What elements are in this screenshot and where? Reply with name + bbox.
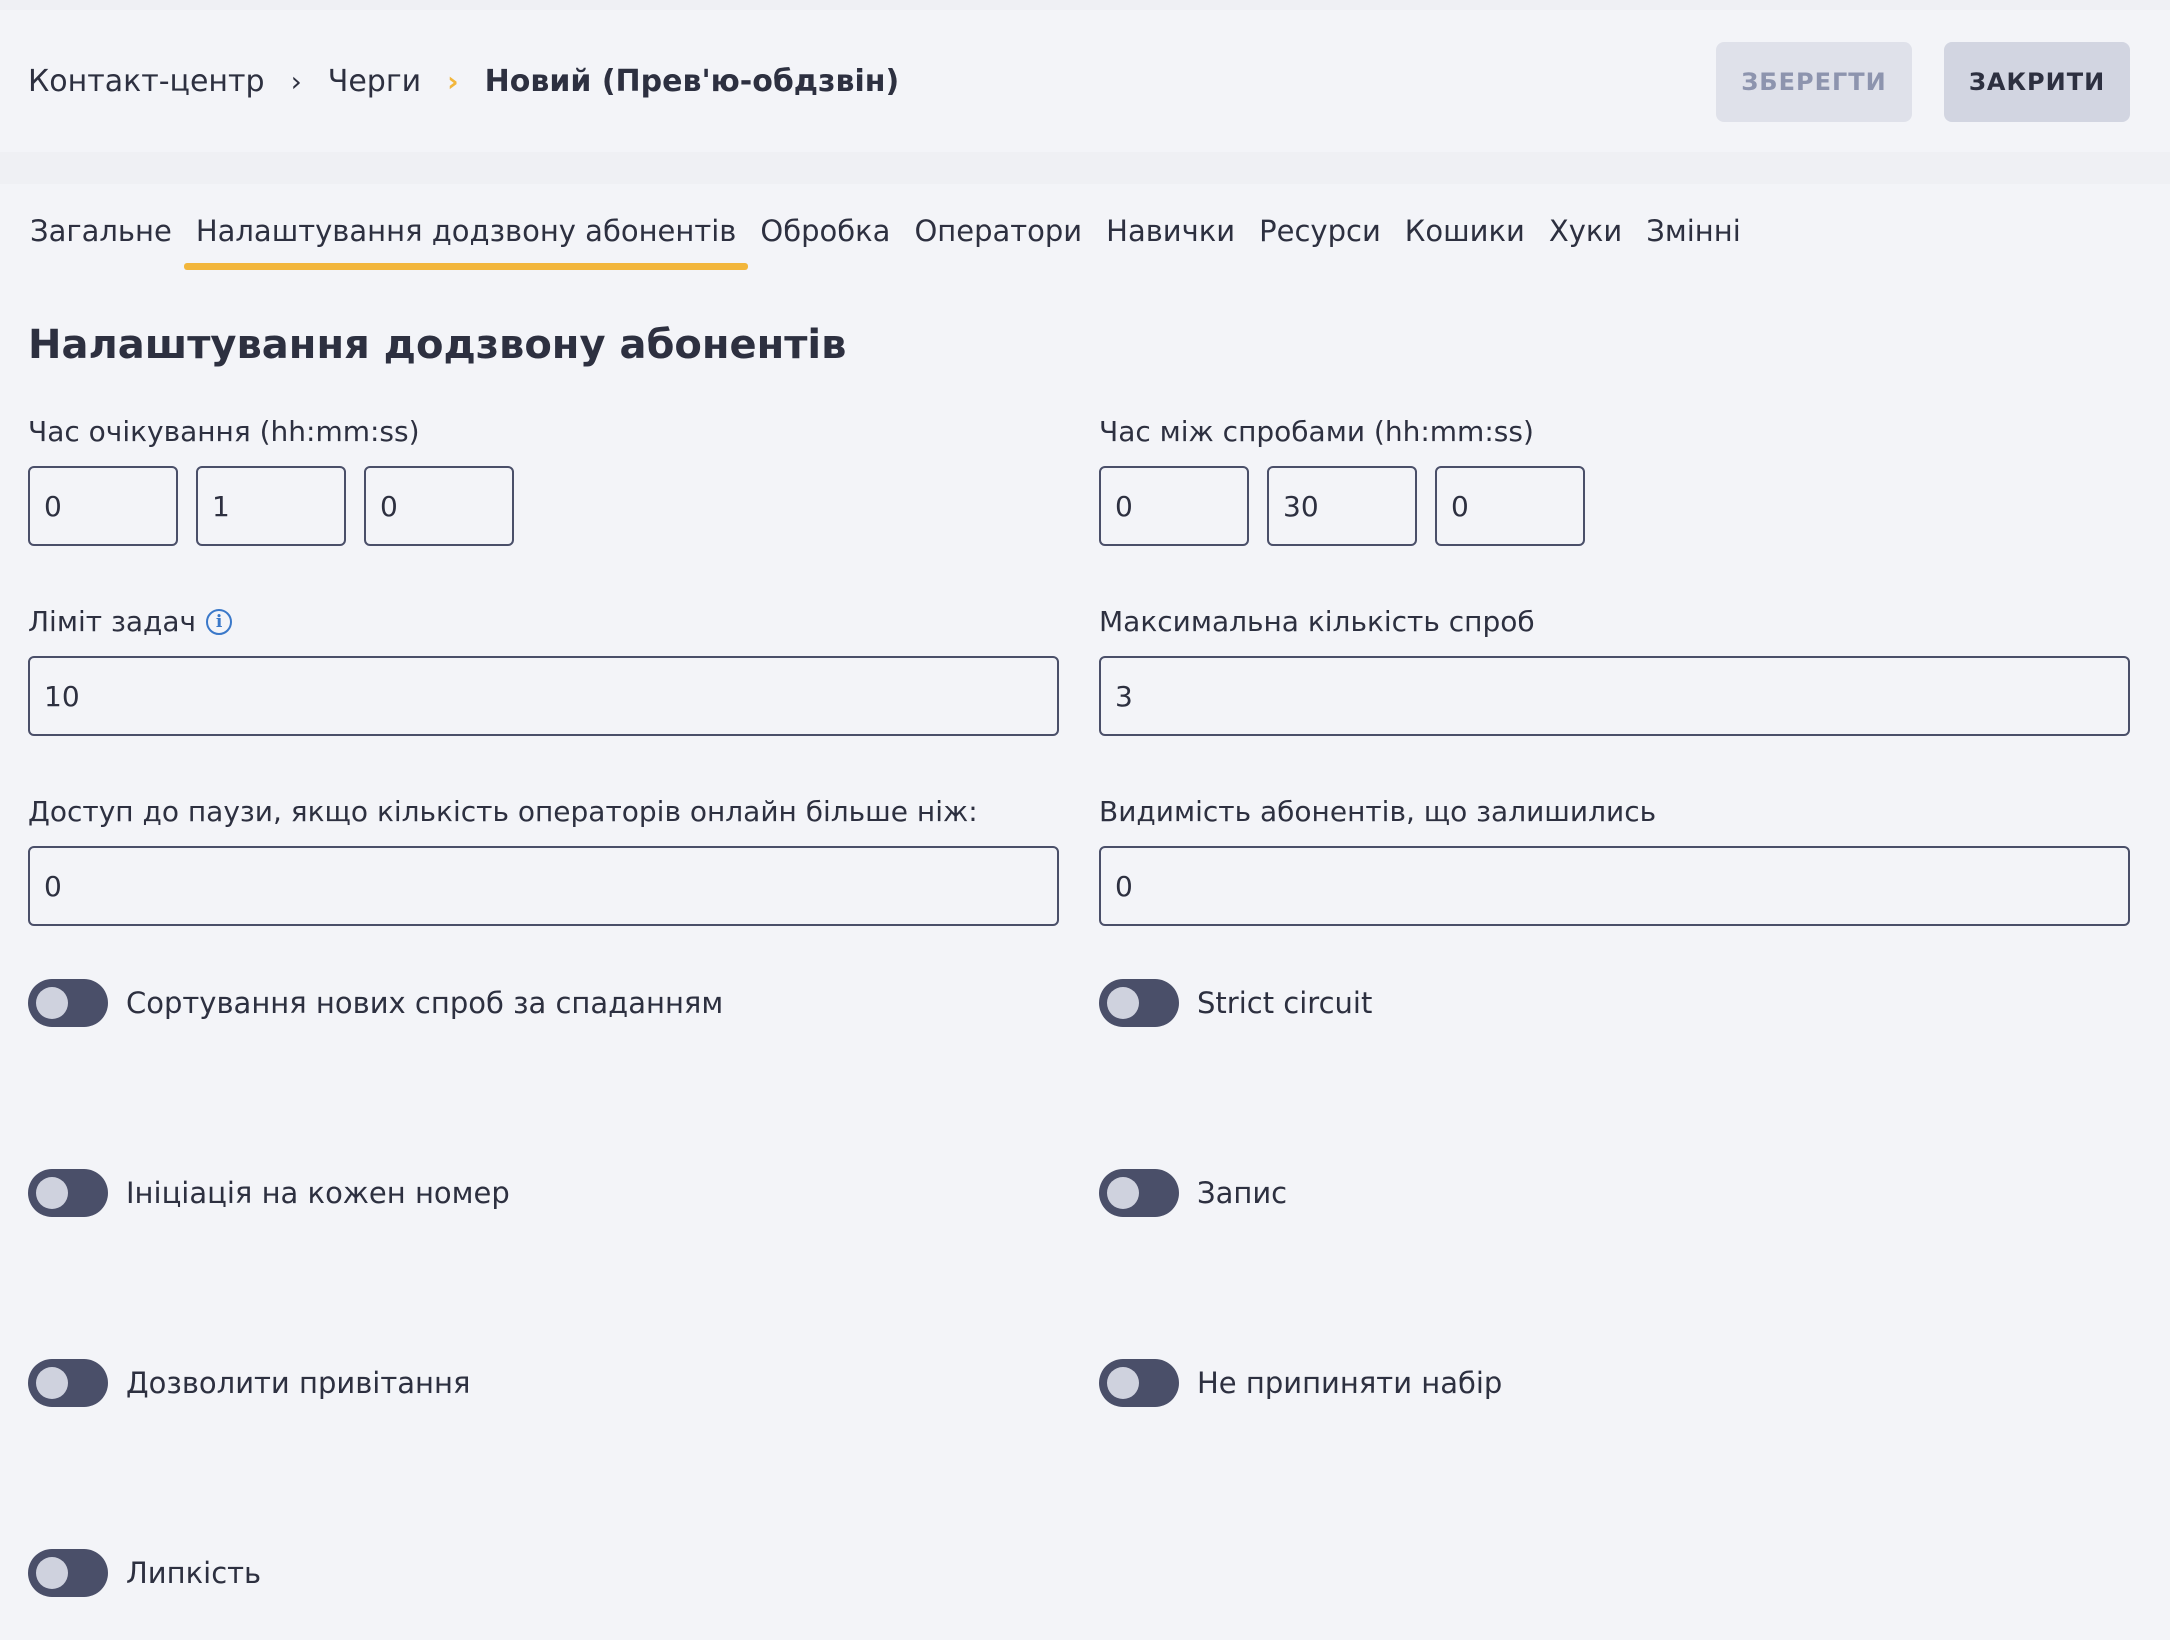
tab-buckets[interactable]: Кошики (1393, 204, 1537, 270)
chevron-right-icon: › (290, 64, 302, 98)
strict-circuit-label: Strict circuit (1197, 986, 1373, 1020)
strict-circuit-toggle-row: Strict circuit (1099, 979, 1372, 1027)
tab-hooks[interactable]: Хуки (1537, 204, 1634, 270)
breadcrumb-contact-center[interactable]: Контакт-центр (28, 64, 265, 99)
page-header: Контакт-центр › Черги › Новий (Прев'ю-об… (0, 10, 2170, 152)
retry-time-seconds-input[interactable] (1435, 466, 1585, 546)
settings-panel: Загальне Налаштування додзвону абонентів… (0, 184, 2170, 1640)
retry-time-minutes-input[interactable] (1267, 466, 1417, 546)
wait-time-hours-input[interactable] (28, 466, 178, 546)
strict-circuit-toggle[interactable] (1099, 979, 1179, 1027)
allow-greeting-label: Дозволити привітання (126, 1366, 471, 1400)
tab-bar: Загальне Налаштування додзвону абонентів… (18, 204, 1753, 272)
tab-skills[interactable]: Навички (1094, 204, 1247, 270)
init-each-number-label: Ініціація на кожен номер (126, 1176, 510, 1210)
retry-time-field: Час між спробами (hh:mm:ss) (1099, 412, 1585, 546)
toggle-knob (1107, 1177, 1139, 1209)
sort-desc-toggle-row: Сортування нових спроб за спаданням (28, 979, 723, 1027)
allow-greeting-toggle[interactable] (28, 1359, 108, 1407)
toggle-knob (36, 1177, 68, 1209)
tab-operators[interactable]: Оператори (902, 204, 1094, 270)
info-icon[interactable]: i (206, 609, 233, 635)
task-limit-field: Ліміт задач i (28, 602, 1059, 736)
sort-desc-toggle[interactable] (28, 979, 108, 1027)
save-button[interactable]: ЗБЕРЕГТИ (1716, 42, 1912, 122)
dont-stop-dialing-label: Не припиняти набір (1197, 1366, 1503, 1400)
max-attempts-field: Максимальна кількість спроб (1099, 602, 2130, 736)
init-each-number-toggle[interactable] (28, 1169, 108, 1217)
pause-access-input[interactable] (28, 846, 1059, 926)
toggle-knob (36, 987, 68, 1019)
task-limit-input[interactable] (28, 656, 1059, 736)
breadcrumb-current: Новий (Прев'ю-обдзвін) (484, 63, 900, 99)
record-toggle[interactable] (1099, 1169, 1179, 1217)
retry-time-hours-input[interactable] (1099, 466, 1249, 546)
breadcrumb: Контакт-центр › Черги › Новий (Прев'ю-об… (28, 10, 899, 152)
init-each-number-toggle-row: Ініціація на кожен номер (28, 1169, 510, 1217)
max-attempts-input[interactable] (1099, 656, 2130, 736)
task-limit-label: Ліміт задач (28, 605, 197, 638)
record-label: Запис (1197, 1176, 1288, 1210)
dont-stop-dialing-toggle-row: Не припиняти набір (1099, 1359, 1502, 1407)
dont-stop-dialing-toggle[interactable] (1099, 1359, 1179, 1407)
record-toggle-row: Запис (1099, 1169, 1287, 1217)
toggle-knob (36, 1557, 68, 1589)
wait-time-seconds-input[interactable] (364, 466, 514, 546)
stickiness-toggle-row: Липкість (28, 1549, 261, 1597)
remaining-visibility-label: Видимість абонентів, що залишились (1099, 795, 1657, 828)
tab-variables[interactable]: Змінні (1634, 204, 1753, 270)
remaining-visibility-input[interactable] (1099, 846, 2130, 926)
close-button[interactable]: ЗАКРИТИ (1944, 42, 2130, 122)
chevron-right-icon: › (447, 64, 459, 98)
remaining-visibility-field: Видимість абонентів, що залишились (1099, 792, 2130, 926)
tab-dial-settings[interactable]: Налаштування додзвону абонентів (183, 204, 749, 270)
allow-greeting-toggle-row: Дозволити привітання (28, 1359, 470, 1407)
section-title: Налаштування додзвону абонентів (28, 322, 847, 368)
sort-desc-label: Сортування нових спроб за спаданням (126, 986, 724, 1020)
header-actions: ЗБЕРЕГТИ ЗАКРИТИ (1716, 42, 2130, 122)
tab-processing[interactable]: Обробка (748, 204, 902, 270)
tab-resources[interactable]: Ресурси (1247, 204, 1393, 270)
wait-time-label: Час очікування (hh:mm:ss) (28, 415, 420, 448)
toggle-knob (1107, 987, 1139, 1019)
wait-time-minutes-input[interactable] (196, 466, 346, 546)
retry-time-label: Час між спробами (hh:mm:ss) (1099, 415, 1534, 448)
wait-time-field: Час очікування (hh:mm:ss) (28, 412, 514, 546)
pause-access-field: Доступ до паузи, якщо кількість оператор… (28, 792, 1059, 926)
stickiness-toggle[interactable] (28, 1549, 108, 1597)
stickiness-label: Липкість (126, 1556, 262, 1590)
toggle-knob (36, 1367, 68, 1399)
breadcrumb-queues[interactable]: Черги (328, 64, 421, 99)
toggle-knob (1107, 1367, 1139, 1399)
pause-access-label: Доступ до паузи, якщо кількість оператор… (28, 795, 978, 828)
tab-general[interactable]: Загальне (18, 204, 184, 270)
max-attempts-label: Максимальна кількість спроб (1099, 605, 1535, 638)
